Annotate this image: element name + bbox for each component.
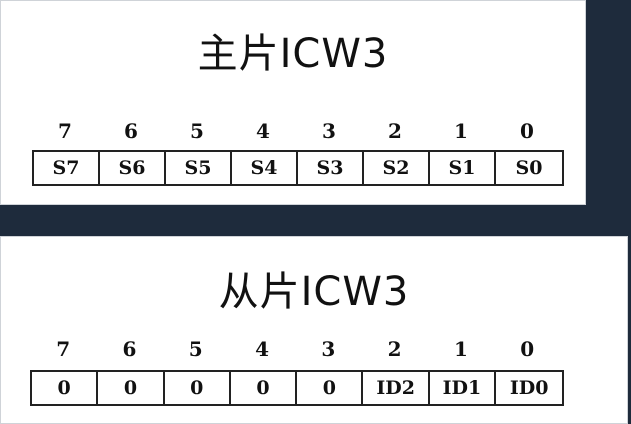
slave-register-row: 0 0 0 0 0 ID2 ID1 ID0 xyxy=(30,370,565,406)
slave-cell-id0: ID0 xyxy=(509,377,549,399)
slave-bit-2: 2 xyxy=(387,337,402,361)
master-cell-s7: S7 xyxy=(34,152,100,184)
slave-bit-numbers: 7 6 5 4 3 2 1 0 xyxy=(30,337,560,361)
slave-icw3-panel: 从片ICW3 7 6 5 4 3 2 1 0 0 0 0 0 0 ID2 ID1… xyxy=(0,236,628,424)
slave-bit-3: 3 xyxy=(321,337,336,361)
master-cell-s5: S5 xyxy=(166,152,232,184)
slave-cell-bit7: 0 xyxy=(32,372,99,404)
master-bit-7: 7 xyxy=(58,119,72,143)
master-bit-6: 6 xyxy=(124,119,138,143)
slave-bit-7: 7 xyxy=(56,337,71,361)
master-bit-4: 4 xyxy=(256,119,270,143)
master-bit-numbers: 7 6 5 4 3 2 1 0 xyxy=(32,119,560,143)
slave-cell-id1: ID1 xyxy=(430,372,497,404)
slave-bit-5: 5 xyxy=(188,337,203,361)
slave-bit-1: 1 xyxy=(453,337,468,361)
master-icw3-panel: 主片ICW3 7 6 5 4 3 2 1 0 S7 S6 S5 S4 S3 S2… xyxy=(0,0,586,205)
master-bit-3: 3 xyxy=(322,119,336,143)
slave-cell-bit5: 0 xyxy=(165,372,231,404)
master-bit-0: 0 xyxy=(520,119,534,143)
master-cell-s3: S3 xyxy=(298,152,364,184)
slave-bit-0: 0 xyxy=(520,337,535,361)
master-register-row: S7 S6 S5 S4 S3 S2 S1 S0 xyxy=(32,150,564,186)
slave-cell-bit3: 0 xyxy=(297,372,364,404)
master-cell-s6: S6 xyxy=(100,152,166,184)
master-bit-5: 5 xyxy=(190,119,204,143)
slave-cell-bit4: 0 xyxy=(231,372,298,404)
slave-cell-id2: ID2 xyxy=(363,372,430,404)
slave-icw3-title: 从片ICW3 xyxy=(218,269,410,315)
master-icw3-title: 主片ICW3 xyxy=(197,31,389,77)
master-bit-2: 2 xyxy=(388,119,402,143)
master-cell-s1: S1 xyxy=(430,152,496,184)
slave-cell-bit6: 0 xyxy=(98,372,165,404)
master-bit-1: 1 xyxy=(454,119,468,143)
master-cell-s4: S4 xyxy=(232,152,298,184)
master-cell-s0: S0 xyxy=(515,157,543,179)
slave-bit-4: 4 xyxy=(255,337,269,361)
slave-bit-6: 6 xyxy=(122,337,137,361)
master-cell-s2: S2 xyxy=(364,152,430,184)
